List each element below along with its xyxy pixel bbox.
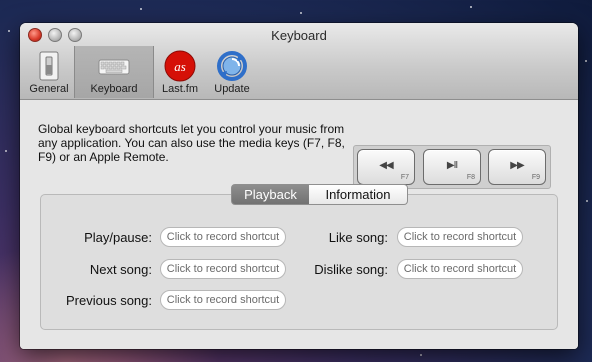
update-icon xyxy=(217,51,247,81)
dislike-song-label: Dislike song: xyxy=(314,262,388,277)
play-pause-shortcut-field[interactable]: Click to record shortcut xyxy=(160,227,286,247)
titlebar: Keyboard General Keyboard as Last.fm Upd… xyxy=(20,23,578,100)
fast-forward-icon: ▶▶ xyxy=(510,160,524,171)
star xyxy=(470,6,472,8)
dislike-song-shortcut-field[interactable]: Click to record shortcut xyxy=(397,259,523,279)
toolbar-label-lastfm: Last.fm xyxy=(161,83,199,95)
window-title: Keyboard xyxy=(271,28,327,43)
next-song-label: Next song: xyxy=(89,262,152,277)
star xyxy=(140,8,142,10)
toolbar-item-keyboard[interactable]: Keyboard xyxy=(74,46,154,98)
next-song-shortcut-field[interactable]: Click to record shortcut xyxy=(160,259,286,279)
shortcuts-description: Global keyboard shortcuts let you contro… xyxy=(38,122,345,164)
previous-song-label: Previous song: xyxy=(66,293,152,308)
star xyxy=(585,60,587,62)
like-song-shortcut-field[interactable]: Click to record shortcut xyxy=(397,227,523,247)
toolbar-item-general[interactable]: General xyxy=(26,46,72,98)
media-key-fn-label: F9 xyxy=(531,174,540,181)
toolbar-label-keyboard: Keyboard xyxy=(90,83,138,95)
toolbar-item-lastfm[interactable]: as Last.fm xyxy=(154,46,206,98)
toolbar-label-update: Update xyxy=(214,83,250,95)
media-key-play-pause: ▶II F8 xyxy=(423,149,481,185)
toolbar-item-update[interactable]: Update xyxy=(208,46,256,98)
play-pause-label: Play/pause: xyxy=(84,230,152,245)
toolbar-label-general: General xyxy=(29,83,69,95)
media-key-previous: ◀◀ F7 xyxy=(357,149,415,185)
media-key-fn-label: F8 xyxy=(466,174,475,181)
star xyxy=(5,150,7,152)
media-key-next: ▶▶ F9 xyxy=(488,149,546,185)
keyboard-icon xyxy=(98,59,130,75)
lastfm-icon: as xyxy=(164,50,196,82)
tab-information[interactable]: Information xyxy=(309,184,408,205)
media-key-fn-label: F7 xyxy=(400,174,409,181)
star xyxy=(586,200,588,202)
tab-playback[interactable]: Playback xyxy=(231,184,310,205)
switch-icon xyxy=(39,51,59,81)
previous-song-shortcut-field[interactable]: Click to record shortcut xyxy=(160,290,286,310)
star xyxy=(420,354,422,356)
rewind-icon: ◀◀ xyxy=(379,160,393,171)
svg-text:as: as xyxy=(174,59,186,74)
play-pause-icon: ▶II xyxy=(446,160,458,171)
star xyxy=(300,12,302,14)
like-song-label: Like song: xyxy=(328,230,388,245)
star xyxy=(8,30,10,32)
preferences-window: Keyboard General Keyboard as Last.fm Upd… xyxy=(20,23,578,349)
